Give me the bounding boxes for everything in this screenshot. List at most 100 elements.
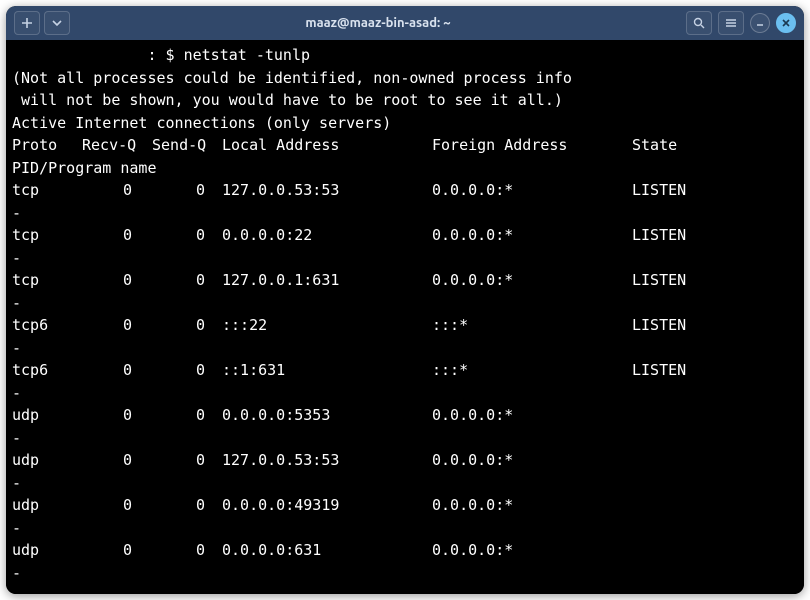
cell-recvq: 0 xyxy=(82,404,152,427)
cell-sendq: 0 xyxy=(152,359,222,382)
table-row: udp00 0.0.0.0:493190.0.0.0:* xyxy=(12,494,798,517)
cell-pid: - xyxy=(12,249,21,267)
table-row: tcp600 ::1:631:::*LISTEN xyxy=(12,359,798,382)
cell-pid: - xyxy=(12,204,21,222)
cell-recvq: 0 xyxy=(82,179,152,202)
cell-local: ::1:631 xyxy=(222,359,432,382)
cell-pid: - xyxy=(12,384,21,402)
cell-foreign: 0.0.0.0:* xyxy=(432,179,632,202)
cell-proto: tcp6 xyxy=(12,359,82,382)
cell-local: 0.0.0.0:5353 xyxy=(222,404,432,427)
command-text: netstat -tunlp xyxy=(184,46,310,64)
cell-sendq: 0 xyxy=(152,269,222,292)
cell-state xyxy=(632,404,732,427)
table-row: tcp00 0.0.0.0:220.0.0.0:*LISTEN xyxy=(12,224,798,247)
cell-foreign: 0.0.0.0:* xyxy=(432,269,632,292)
titlebar: maaz@maaz-bin-asad: ~ xyxy=(6,6,804,40)
cell-state: LISTEN xyxy=(632,359,732,382)
cell-pid: - xyxy=(12,429,21,447)
cell-foreign: 0.0.0.0:* xyxy=(432,224,632,247)
cell-local: 127.0.0.53:53 xyxy=(222,449,432,472)
column-headers-row-2: PID/Program name xyxy=(12,159,157,177)
terminal-window: maaz@maaz-bin-asad: ~ : $ netstat -tunlp… xyxy=(6,6,804,594)
cell-pid: - xyxy=(12,474,21,492)
cell-proto: tcp6 xyxy=(12,314,82,337)
cell-sendq: 0 xyxy=(152,224,222,247)
cell-proto: tcp xyxy=(12,224,82,247)
cell-state: LISTEN xyxy=(632,314,732,337)
cell-recvq: 0 xyxy=(82,314,152,337)
cell-local: 0.0.0.0:631 xyxy=(222,539,432,562)
cell-proto: udp xyxy=(12,494,82,517)
cell-local: :::22 xyxy=(222,314,432,337)
menu-button[interactable] xyxy=(718,11,744,35)
netstat-rows: tcp00 127.0.0.53:530.0.0.0:*LISTEN- tcp0… xyxy=(12,179,798,584)
col-sendq: Send-Q xyxy=(152,134,222,157)
cell-state xyxy=(632,539,732,562)
col-state: State xyxy=(632,134,732,157)
cell-pid: - xyxy=(12,339,21,357)
cell-foreign: :::* xyxy=(432,359,632,382)
cell-local: 127.0.0.1:631 xyxy=(222,269,432,292)
cell-proto: udp xyxy=(12,449,82,472)
cell-state: LISTEN xyxy=(632,269,732,292)
cell-pid: - xyxy=(12,294,21,312)
cell-state xyxy=(632,494,732,517)
cell-sendq: 0 xyxy=(152,314,222,337)
table-row: udp00 127.0.0.53:530.0.0.0:* xyxy=(12,449,798,472)
cell-recvq: 0 xyxy=(82,494,152,517)
cell-sendq: 0 xyxy=(152,404,222,427)
table-row: udp00 0.0.0.0:53530.0.0.0:* xyxy=(12,404,798,427)
cell-proto: udp xyxy=(12,404,82,427)
table-row: tcp00 127.0.0.53:530.0.0.0:*LISTEN xyxy=(12,179,798,202)
warning-line-2: will not be shown, you would have to be … xyxy=(12,91,563,109)
cell-foreign: :::* xyxy=(432,314,632,337)
cell-sendq: 0 xyxy=(152,449,222,472)
minimize-button[interactable] xyxy=(750,13,770,33)
cell-sendq: 0 xyxy=(152,539,222,562)
chevron-down-icon xyxy=(51,17,63,29)
hamburger-icon xyxy=(725,17,737,29)
cell-proto: udp xyxy=(12,539,82,562)
cell-pid: - xyxy=(12,519,21,537)
cell-recvq: 0 xyxy=(82,269,152,292)
tab-list-button[interactable] xyxy=(44,11,70,35)
col-proto: Proto xyxy=(12,134,82,157)
search-icon xyxy=(693,17,705,29)
cell-foreign: 0.0.0.0:* xyxy=(432,449,632,472)
cell-state: LISTEN xyxy=(632,179,732,202)
cell-sendq: 0 xyxy=(152,494,222,517)
table-row: tcp600 :::22:::*LISTEN xyxy=(12,314,798,337)
cell-recvq: 0 xyxy=(82,224,152,247)
table-row: tcp00 127.0.0.1:6310.0.0.0:*LISTEN xyxy=(12,269,798,292)
cell-sendq: 0 xyxy=(152,179,222,202)
minimize-icon xyxy=(755,18,765,28)
active-connections-header: Active Internet connections (only server… xyxy=(12,114,391,132)
cell-recvq: 0 xyxy=(82,449,152,472)
table-row: udp00 0.0.0.0:6310.0.0.0:* xyxy=(12,539,798,562)
cell-pid: - xyxy=(12,564,21,582)
new-tab-button[interactable] xyxy=(14,11,40,35)
prompt-prefix: : $ xyxy=(12,46,184,64)
close-button[interactable] xyxy=(776,13,796,33)
search-button[interactable] xyxy=(686,11,712,35)
cell-local: 0.0.0.0:49319 xyxy=(222,494,432,517)
cell-local: 127.0.0.53:53 xyxy=(222,179,432,202)
cell-recvq: 0 xyxy=(82,359,152,382)
cell-foreign: 0.0.0.0:* xyxy=(432,539,632,562)
cell-state xyxy=(632,449,732,472)
cell-state: LISTEN xyxy=(632,224,732,247)
cell-proto: tcp xyxy=(12,179,82,202)
column-headers-row-1: ProtoRecv-QSend-QLocal AddressForeign Ad… xyxy=(12,134,798,157)
col-local: Local Address xyxy=(222,134,432,157)
col-foreign: Foreign Address xyxy=(432,134,632,157)
cell-recvq: 0 xyxy=(82,539,152,562)
cell-foreign: 0.0.0.0:* xyxy=(432,404,632,427)
cell-proto: tcp xyxy=(12,269,82,292)
window-title: maaz@maaz-bin-asad: ~ xyxy=(70,16,686,30)
close-icon xyxy=(781,18,791,28)
cell-foreign: 0.0.0.0:* xyxy=(432,494,632,517)
terminal-body[interactable]: : $ netstat -tunlp (Not all processes co… xyxy=(6,40,804,594)
plus-icon xyxy=(21,17,33,29)
warning-line-1: (Not all processes could be identified, … xyxy=(12,69,572,87)
